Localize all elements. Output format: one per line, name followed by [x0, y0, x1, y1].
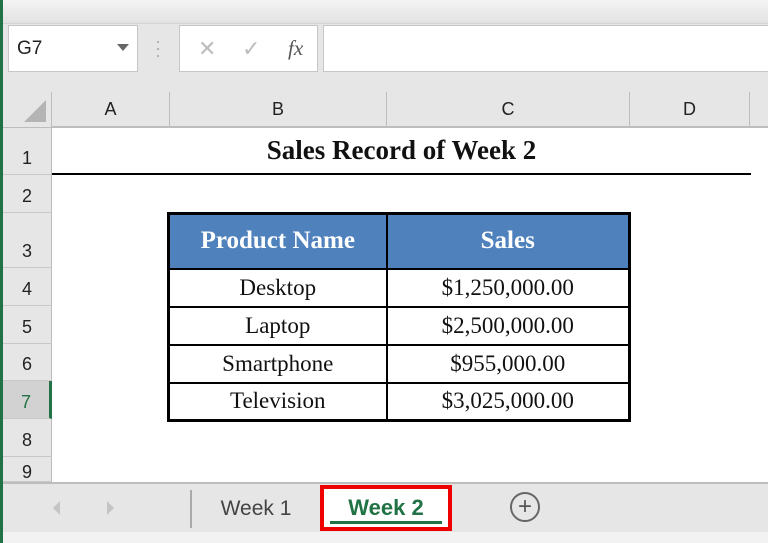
spreadsheet-grid[interactable]: A B C D 1 2 3 4 5 6 7 8 9 Sales Record o… [3, 92, 768, 482]
header-sales[interactable]: Sales [385, 212, 631, 270]
sheet-tab-bar: Week 1 Week 2 + [3, 482, 768, 532]
row-header-2[interactable]: 2 [3, 175, 52, 213]
product-cell[interactable]: Desktop [167, 267, 388, 308]
product-cell[interactable]: Smartphone [167, 343, 388, 384]
cancel-icon[interactable]: ✕ [198, 36, 216, 62]
scroll-right-icon[interactable] [107, 501, 114, 515]
name-box[interactable]: G7 [8, 25, 138, 72]
row-header-1[interactable]: 1 [3, 128, 52, 175]
sales-cell[interactable]: $1,250,000.00 [385, 267, 631, 308]
sales-table: Product Name Sales Desktop $1,250,000.00… [167, 212, 631, 422]
row-header-7[interactable]: 7 [3, 381, 52, 419]
scroll-left-icon[interactable] [53, 501, 60, 515]
table-row: Smartphone $955,000.00 [167, 343, 631, 384]
select-all-button[interactable] [3, 92, 52, 128]
sheet-tab-week-1[interactable]: Week 1 [201, 492, 311, 526]
select-all-icon [24, 100, 46, 122]
table-row: Laptop $2,500,000.00 [167, 305, 631, 346]
product-cell[interactable]: Laptop [167, 305, 388, 346]
column-header-b[interactable]: B [170, 92, 387, 128]
column-header-e[interactable] [750, 92, 768, 128]
table-row: Desktop $1,250,000.00 [167, 267, 631, 308]
formula-input[interactable] [323, 25, 768, 72]
sheet-tab-week-2[interactable]: Week 2 [320, 485, 452, 531]
chevron-down-icon[interactable] [117, 44, 129, 51]
row-header-3[interactable]: 3 [3, 213, 52, 268]
product-cell[interactable]: Television [167, 381, 388, 422]
column-header-a[interactable]: A [52, 92, 170, 128]
column-header-d[interactable]: D [630, 92, 750, 128]
column-header-c[interactable]: C [387, 92, 630, 128]
row-header-9[interactable]: 9 [3, 457, 52, 482]
check-icon[interactable]: ✓ [242, 36, 260, 62]
row-header-6[interactable]: 6 [3, 344, 52, 381]
table-header-row: Product Name Sales [167, 212, 631, 270]
table-row: Television $3,025,000.00 [167, 381, 631, 422]
formula-buttons: ✕ ✓ fx [179, 25, 318, 72]
sheet-tab-week-2-label: Week 2 [348, 495, 424, 520]
ribbon-edge [3, 0, 768, 24]
name-box-value: G7 [17, 37, 43, 59]
row-header-5[interactable]: 5 [3, 306, 52, 344]
sheet-title[interactable]: Sales Record of Week 2 [52, 128, 751, 175]
insert-function-icon[interactable]: fx [288, 36, 303, 61]
row-header-8[interactable]: 8 [3, 419, 52, 457]
status-bar [3, 532, 768, 543]
active-tab-underline [330, 521, 442, 524]
tab-divider [190, 490, 192, 528]
drag-handle-icon[interactable]: · · · [155, 32, 161, 64]
sales-cell[interactable]: $955,000.00 [385, 343, 631, 384]
header-product-name[interactable]: Product Name [167, 212, 388, 270]
formula-bar: G7 · · · ✕ ✓ fx [3, 24, 768, 92]
row-header-4[interactable]: 4 [3, 268, 52, 306]
sales-cell[interactable]: $2,500,000.00 [385, 305, 631, 346]
sales-cell[interactable]: $3,025,000.00 [385, 381, 631, 422]
add-sheet-icon[interactable]: + [510, 492, 540, 522]
